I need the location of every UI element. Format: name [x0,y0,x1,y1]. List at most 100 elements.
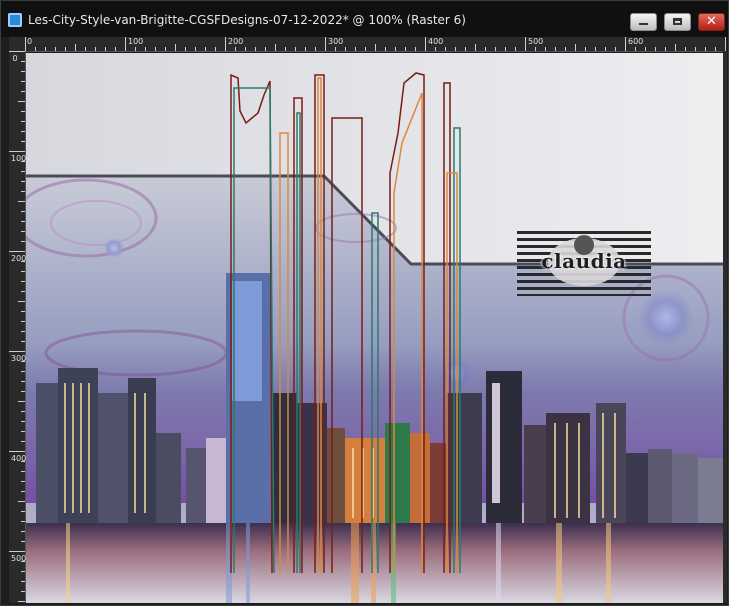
ruler-tick [21,381,25,382]
ruler-tick [315,47,316,51]
ruler-tick [85,47,86,51]
ruler-tick [21,171,25,172]
ruler-tick [21,421,25,422]
watermark-logo: claudia [517,231,651,295]
ruler-tick [235,47,236,51]
ruler-tick [375,44,376,51]
ruler-tick [675,44,676,51]
ruler-tick [595,47,596,51]
ruler-tick [21,161,25,162]
ruler-tick [155,47,156,51]
ruler-tick [21,411,25,412]
ruler-tick [695,47,696,51]
ruler-tick [555,47,556,51]
image-canvas[interactable]: claudia [26,53,723,603]
ruler-tick [9,551,25,552]
watermark-text: claudia [541,249,627,273]
ruler-tick [345,47,346,51]
ruler-label-v-400: 400 [11,454,27,463]
ruler-tick [645,47,646,51]
ruler-tick [395,47,396,51]
ruler-tick [355,47,356,51]
ruler-tick [21,111,25,112]
ruler-tick [175,44,176,51]
ruler-tick [21,431,25,432]
window-right-edge [723,51,727,603]
ruler-tick [635,47,636,51]
ruler-tick [21,321,25,322]
ruler-tick [455,47,456,51]
ruler-tick [425,37,426,51]
ruler-tick [535,47,536,51]
ruler-tick [685,47,686,51]
ruler-tick [21,491,25,492]
ruler-tick [295,47,296,51]
vertical-ruler[interactable]: 0 100 200 300 400 500 [9,51,26,603]
ruler-tick [45,47,46,51]
ruler-tick [275,44,276,51]
ruler-tick [195,47,196,51]
ruler-corner [9,37,25,51]
ruler-tick [21,221,25,222]
ruler-tick [21,521,25,522]
ruler-tick [145,47,146,51]
ruler-tick [21,271,25,272]
ruler-tick [665,47,666,51]
ruler-tick [21,181,25,182]
ruler-tick [21,461,25,462]
app-icon [8,13,22,27]
ruler-tick [435,47,436,51]
ruler-tick [21,61,25,62]
ruler-tick [55,47,56,51]
ruler-tick [65,47,66,51]
ruler-label-v-200: 200 [11,254,27,263]
ruler-tick [95,47,96,51]
ruler-tick [21,291,25,292]
ruler-tick [21,241,25,242]
ruler-tick [265,47,266,51]
ruler-tick [9,251,25,252]
ruler-tick [75,44,76,51]
horizontal-ruler[interactable]: 0 100 200 300 400 500 600 [25,37,726,52]
minimize-button[interactable] [630,13,657,31]
ruler-tick [21,391,25,392]
ruler-tick [605,47,606,51]
ruler-tick [575,44,576,51]
ruler-tick [21,131,25,132]
ruler-tick [21,341,25,342]
window-title: Les-City-Style-van-Brigitte-CGSFDesigns-… [28,13,466,27]
ruler-tick [505,47,506,51]
ruler-tick [18,501,25,502]
ruler-tick [485,47,486,51]
ruler-label-500: 500 [528,37,544,46]
ruler-tick [21,591,25,592]
ruler-label-100: 100 [128,37,144,46]
ruler-tick [21,361,25,362]
ruler-tick [585,47,586,51]
ruler-tick [565,47,566,51]
ruler-tick [325,37,326,51]
ruler-tick [21,71,25,72]
maximize-button[interactable] [664,13,691,31]
ruler-tick [105,47,106,51]
title-bar[interactable]: Les-City-Style-van-Brigitte-CGSFDesigns-… [1,1,728,37]
ruler-tick [135,47,136,51]
ruler-tick [365,47,366,51]
ruler-tick [9,51,25,52]
ruler-tick [655,47,656,51]
ruler-tick [525,37,526,51]
close-button[interactable]: ✕ [698,13,725,31]
ruler-tick [715,47,716,51]
ruler-tick [21,121,25,122]
ruler-tick [285,47,286,51]
ruler-tick [18,301,25,302]
ruler-tick [615,47,616,51]
ruler-tick [21,231,25,232]
ruler-tick [515,47,516,51]
ruler-tick [115,47,116,51]
ruler-tick [21,471,25,472]
ruler-label-v-300: 300 [11,354,27,363]
ruler-tick [9,351,25,352]
minimize-icon [639,23,648,25]
ruler-tick [25,37,26,51]
